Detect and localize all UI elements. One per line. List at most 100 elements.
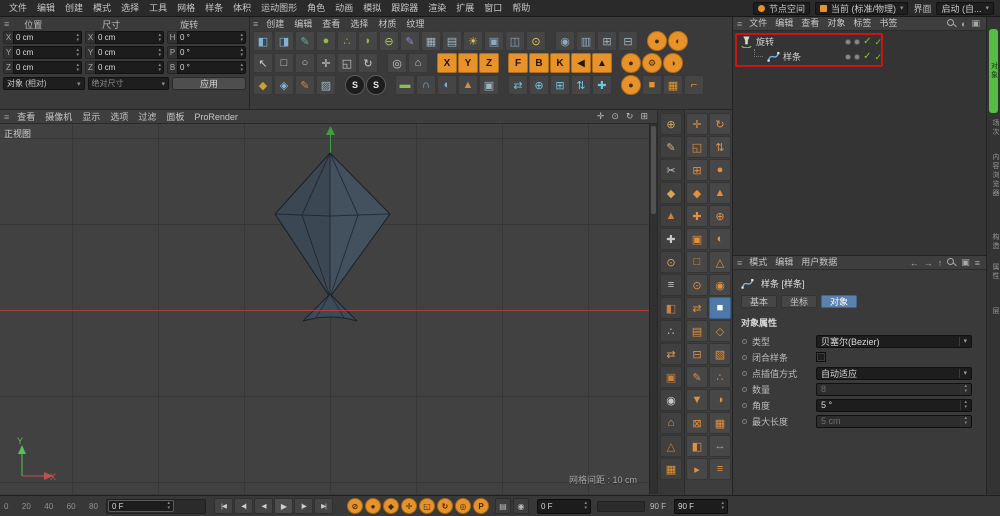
parent-object-icon[interactable]: ↑ bbox=[938, 258, 943, 268]
modeling-tool-icon[interactable]: ▣ bbox=[686, 228, 708, 250]
viewport-menu-item[interactable]: 面板 bbox=[161, 109, 189, 125]
scrollbar-thumb[interactable] bbox=[651, 126, 656, 214]
panel-menu-icon[interactable]: ≡ bbox=[4, 19, 9, 29]
pen-teal-icon[interactable]: ✎ bbox=[295, 31, 315, 51]
stepper-icon[interactable]: ▴ ▾ bbox=[76, 47, 79, 58]
modeling-tool-icon[interactable]: ◑ bbox=[709, 389, 731, 411]
target-icon[interactable]: ⊙ bbox=[660, 251, 682, 273]
timeline-ruler[interactable]: 0 20 40 60 80 bbox=[0, 496, 104, 516]
autokey-button[interactable]: ● bbox=[365, 498, 381, 514]
modeling-tool-icon[interactable]: ⇅ bbox=[709, 136, 731, 158]
end-frame-field[interactable]: 90 F ▴ ▾ bbox=[674, 498, 729, 514]
side-tab-bottom-1[interactable]: 属性 bbox=[990, 263, 1000, 281]
modeling-tool-icon[interactable]: ▲ bbox=[709, 182, 731, 204]
modeling-tool-icon[interactable]: ✎ bbox=[686, 366, 708, 388]
viewport-menu-item[interactable]: 过滤 bbox=[133, 109, 161, 125]
stepper-icon[interactable]: ▴ ▾ bbox=[240, 62, 243, 73]
timeline-slider[interactable]: 0 F ▴ ▾ bbox=[106, 498, 206, 514]
current-frame-field[interactable]: 0 F ▴ ▾ bbox=[537, 498, 591, 514]
record-parameter-button[interactable]: ◎ bbox=[455, 498, 471, 514]
shader-s-badge[interactable]: S bbox=[366, 75, 386, 95]
grid-orange-icon[interactable]: ▦ bbox=[663, 75, 683, 95]
panel-menu-icon[interactable]: ≡ bbox=[253, 19, 258, 29]
points-icon[interactable]: ∴ bbox=[660, 320, 682, 342]
viewport-menu-item[interactable]: 摄像机 bbox=[40, 109, 77, 125]
material-s-badge[interactable]: S bbox=[345, 75, 365, 95]
lock-icon[interactable]: ▣ bbox=[961, 257, 970, 268]
side-tab-3[interactable]: 构造 bbox=[990, 233, 1000, 251]
pen-orange-icon[interactable]: ✎ bbox=[660, 136, 682, 158]
menubar-item[interactable]: 编辑 bbox=[32, 0, 60, 16]
animation-dot-icon[interactable] bbox=[742, 418, 747, 424]
menubar-item[interactable]: 体积 bbox=[228, 0, 256, 16]
point-level-button[interactable]: ◉ bbox=[513, 498, 529, 514]
menubar-item[interactable]: 模拟 bbox=[358, 0, 386, 16]
window-split-icon[interactable]: ⊟ bbox=[618, 31, 638, 51]
lathe-object-mesh[interactable] bbox=[274, 152, 391, 322]
boole-generator-icon[interactable]: ⊕ bbox=[529, 75, 549, 95]
attribute-object-row[interactable]: 样条 [样条] bbox=[733, 275, 986, 291]
box-select-icon[interactable]: □ bbox=[274, 53, 294, 73]
material-menu-item[interactable]: 材质 bbox=[373, 16, 401, 32]
menubar-item[interactable]: 动画 bbox=[330, 0, 358, 16]
camera-tool-icon[interactable]: ▣ bbox=[479, 75, 499, 95]
modeling-tool-icon[interactable]: ◇ bbox=[709, 320, 731, 342]
menubar-item[interactable]: 窗口 bbox=[479, 0, 507, 16]
zoom-view-icon[interactable]: ⊙ bbox=[611, 111, 619, 122]
panel-menu-icon[interactable]: ≡ bbox=[975, 258, 980, 268]
render-view-button[interactable]: ● bbox=[647, 31, 667, 51]
capsule-tool-icon[interactable]: ◗ bbox=[358, 31, 378, 51]
rotate-tool-icon[interactable]: ↻ bbox=[358, 53, 378, 73]
y-axis-lock-button[interactable]: Y bbox=[458, 53, 478, 73]
material-menu-item[interactable]: 选择 bbox=[345, 16, 373, 32]
axis-home-icon[interactable]: ⌂ bbox=[660, 412, 682, 434]
attributes-menu-item[interactable]: 编辑 bbox=[771, 256, 797, 269]
rotate-view-icon[interactable]: ↻ bbox=[626, 111, 634, 122]
screen-icon[interactable]: ▣ bbox=[484, 31, 504, 51]
object-manager-menu-item[interactable]: 对象 bbox=[823, 17, 849, 30]
keyframe-selection-button[interactable]: ◆ bbox=[383, 498, 399, 514]
stage-icon[interactable]: ▲ bbox=[458, 75, 478, 95]
viewport-menu-item[interactable]: 显示 bbox=[77, 109, 105, 125]
modeling-tool-icon[interactable]: ◐ bbox=[709, 228, 731, 250]
array-generator-icon[interactable]: ⇄ bbox=[508, 75, 528, 95]
material-menu-item[interactable]: 纹理 bbox=[401, 16, 429, 32]
animation-dot-icon[interactable] bbox=[742, 402, 747, 408]
coord-field-input[interactable]: 0 cm ▴ ▾ bbox=[95, 31, 164, 44]
panel-menu-icon[interactable]: ≡ bbox=[737, 258, 742, 268]
modeling-tool-icon[interactable]: ↔ bbox=[709, 435, 731, 457]
swap-icon[interactable]: ⇄ bbox=[660, 343, 682, 365]
coord-field-input[interactable]: 0 cm ▴ ▾ bbox=[95, 61, 164, 74]
paint-icon[interactable]: ✎ bbox=[295, 75, 315, 95]
record-rotation-button[interactable]: ↻ bbox=[437, 498, 453, 514]
tab-attr[interactable]: 基本 bbox=[741, 295, 778, 308]
stepper-icon[interactable]: ▴ ▾ bbox=[76, 62, 79, 73]
menubar-item[interactable]: 工具 bbox=[144, 0, 172, 16]
instance-generator-icon[interactable]: ⊞ bbox=[550, 75, 570, 95]
add-point-icon[interactable]: ✚ bbox=[660, 228, 682, 250]
object-manager-menu-item[interactable]: 标签 bbox=[849, 17, 875, 30]
history-forward-icon[interactable]: → bbox=[924, 258, 933, 268]
edit-cube-icon[interactable]: ◨ bbox=[274, 31, 294, 51]
viewport-menu-item[interactable]: 选项 bbox=[105, 109, 133, 125]
coord-field-input[interactable]: 0 ° ▴ ▾ bbox=[177, 31, 246, 44]
search-icon[interactable] bbox=[947, 258, 956, 267]
enable-checkmark[interactable]: ✓ bbox=[863, 51, 871, 62]
next-frame-button[interactable]: |▶ bbox=[294, 498, 313, 514]
render-visibility-dot[interactable] bbox=[854, 53, 861, 60]
editor-visibility-dot[interactable] bbox=[845, 53, 852, 60]
render-settings-button[interactable]: ⚙ bbox=[642, 53, 662, 73]
arrow-up-button[interactable]: ▲ bbox=[592, 53, 612, 73]
coord-field-input[interactable]: 0 cm ▴ ▾ bbox=[95, 46, 164, 59]
environment-icon[interactable]: ◐ bbox=[437, 75, 457, 95]
stepper-icon[interactable]: ▴ ▾ bbox=[158, 62, 161, 73]
record-scale-button[interactable]: ◱ bbox=[419, 498, 435, 514]
z-axis-lock-button[interactable]: Z bbox=[479, 53, 499, 73]
play-button[interactable]: ▶ bbox=[274, 498, 293, 514]
history-back-icon[interactable]: ← bbox=[910, 258, 919, 268]
stepper-icon[interactable]: ▴ ▾ bbox=[76, 32, 79, 43]
modeling-tool-icon[interactable]: ✛ bbox=[686, 113, 708, 135]
modeling-tool-icon[interactable]: ▧ bbox=[709, 343, 731, 365]
stepper-icon[interactable]: ▴ ▾ bbox=[240, 32, 243, 43]
modeling-tool-icon[interactable]: ◧ bbox=[686, 435, 708, 457]
